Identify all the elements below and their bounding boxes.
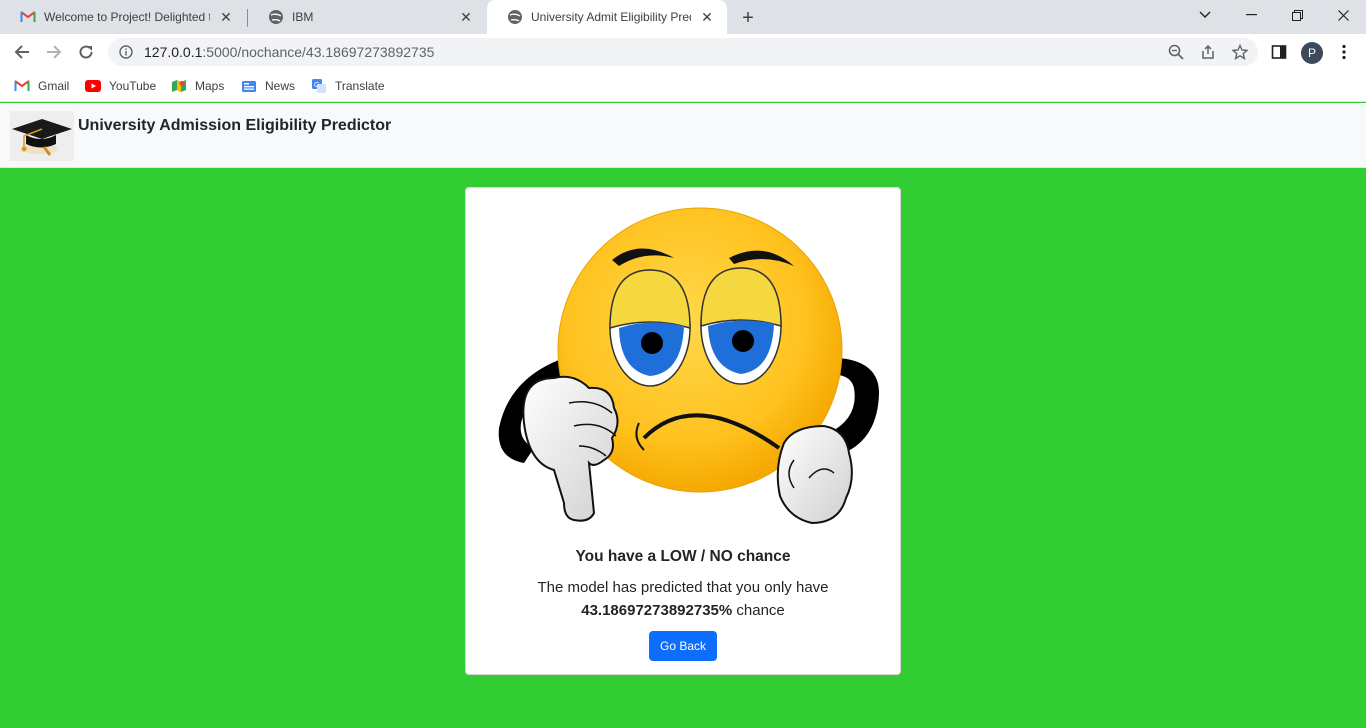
- tab-strip: Welcome to Project! Delighted to ✕ IBM ✕…: [0, 0, 1366, 34]
- bookmark-maps[interactable]: Maps: [171, 76, 224, 96]
- predicted-percentage: 43.18697273892735%: [581, 602, 733, 619]
- gmail-icon: [20, 9, 36, 25]
- gmail-icon: [14, 78, 30, 94]
- tab-gmail[interactable]: Welcome to Project! Delighted to ✕: [0, 0, 246, 34]
- svg-text:G: G: [314, 82, 319, 89]
- globe-icon: [507, 9, 523, 25]
- result-heading: You have a LOW / NO chance: [575, 548, 791, 565]
- close-icon[interactable]: ✕: [458, 9, 474, 25]
- new-tab-button[interactable]: +: [737, 7, 759, 29]
- close-icon[interactable]: ✕: [699, 9, 715, 25]
- site-info-icon[interactable]: [118, 44, 134, 60]
- side-panel-icon[interactable]: [1271, 44, 1287, 60]
- site-navbar: University Admission Eligibility Predict…: [0, 103, 1366, 168]
- bookmark-youtube[interactable]: YouTube: [85, 76, 156, 96]
- translate-icon: G: [311, 78, 327, 94]
- close-icon[interactable]: ✕: [218, 9, 234, 25]
- back-button[interactable]: [10, 40, 34, 64]
- profile-avatar[interactable]: P: [1301, 42, 1323, 64]
- bookmark-news[interactable]: News: [241, 76, 295, 96]
- go-back-button[interactable]: Go Back: [649, 631, 717, 661]
- restore-button[interactable]: [1274, 0, 1320, 30]
- bookmark-star-icon[interactable]: [1232, 44, 1248, 60]
- zoom-icon[interactable]: [1168, 44, 1184, 60]
- bookmark-translate[interactable]: G Translate: [311, 76, 385, 96]
- address-bar[interactable]: 127.0.0.1:5000/nochance/43.1869727389273…: [108, 38, 1258, 66]
- globe-icon: [268, 9, 284, 25]
- graduation-cap-logo[interactable]: [10, 111, 74, 161]
- site-title[interactable]: University Admission Eligibility Predict…: [78, 117, 391, 135]
- youtube-icon: [85, 78, 101, 94]
- url-text: 127.0.0.1:5000/nochance/43.1869727389273…: [144, 44, 435, 60]
- close-window-button[interactable]: [1320, 0, 1366, 30]
- bookmarks-bar: Gmail YouTube Maps News G Translate: [0, 70, 1366, 102]
- forward-button[interactable]: [42, 40, 66, 64]
- result-description: The model has predicted that you only ha…: [537, 579, 829, 619]
- news-icon: [241, 78, 257, 94]
- bookmark-gmail[interactable]: Gmail: [14, 76, 69, 96]
- tab-ibm[interactable]: IBM ✕: [248, 0, 486, 34]
- maps-icon: [171, 78, 187, 94]
- browser-toolbar: 127.0.0.1:5000/nochance/43.1869727389273…: [0, 34, 1366, 70]
- minimize-button[interactable]: [1228, 0, 1274, 30]
- menu-icon[interactable]: [1336, 44, 1352, 60]
- reload-button[interactable]: [74, 40, 98, 64]
- result-card: You have a LOW / NO chance The model has…: [465, 187, 901, 675]
- tab-university-admit[interactable]: University Admit Eligibility Predic ✕: [487, 0, 727, 34]
- sad-thumbs-down-emoji-image: [494, 198, 882, 533]
- share-icon[interactable]: [1200, 44, 1216, 60]
- tab-search-button[interactable]: [1182, 0, 1228, 30]
